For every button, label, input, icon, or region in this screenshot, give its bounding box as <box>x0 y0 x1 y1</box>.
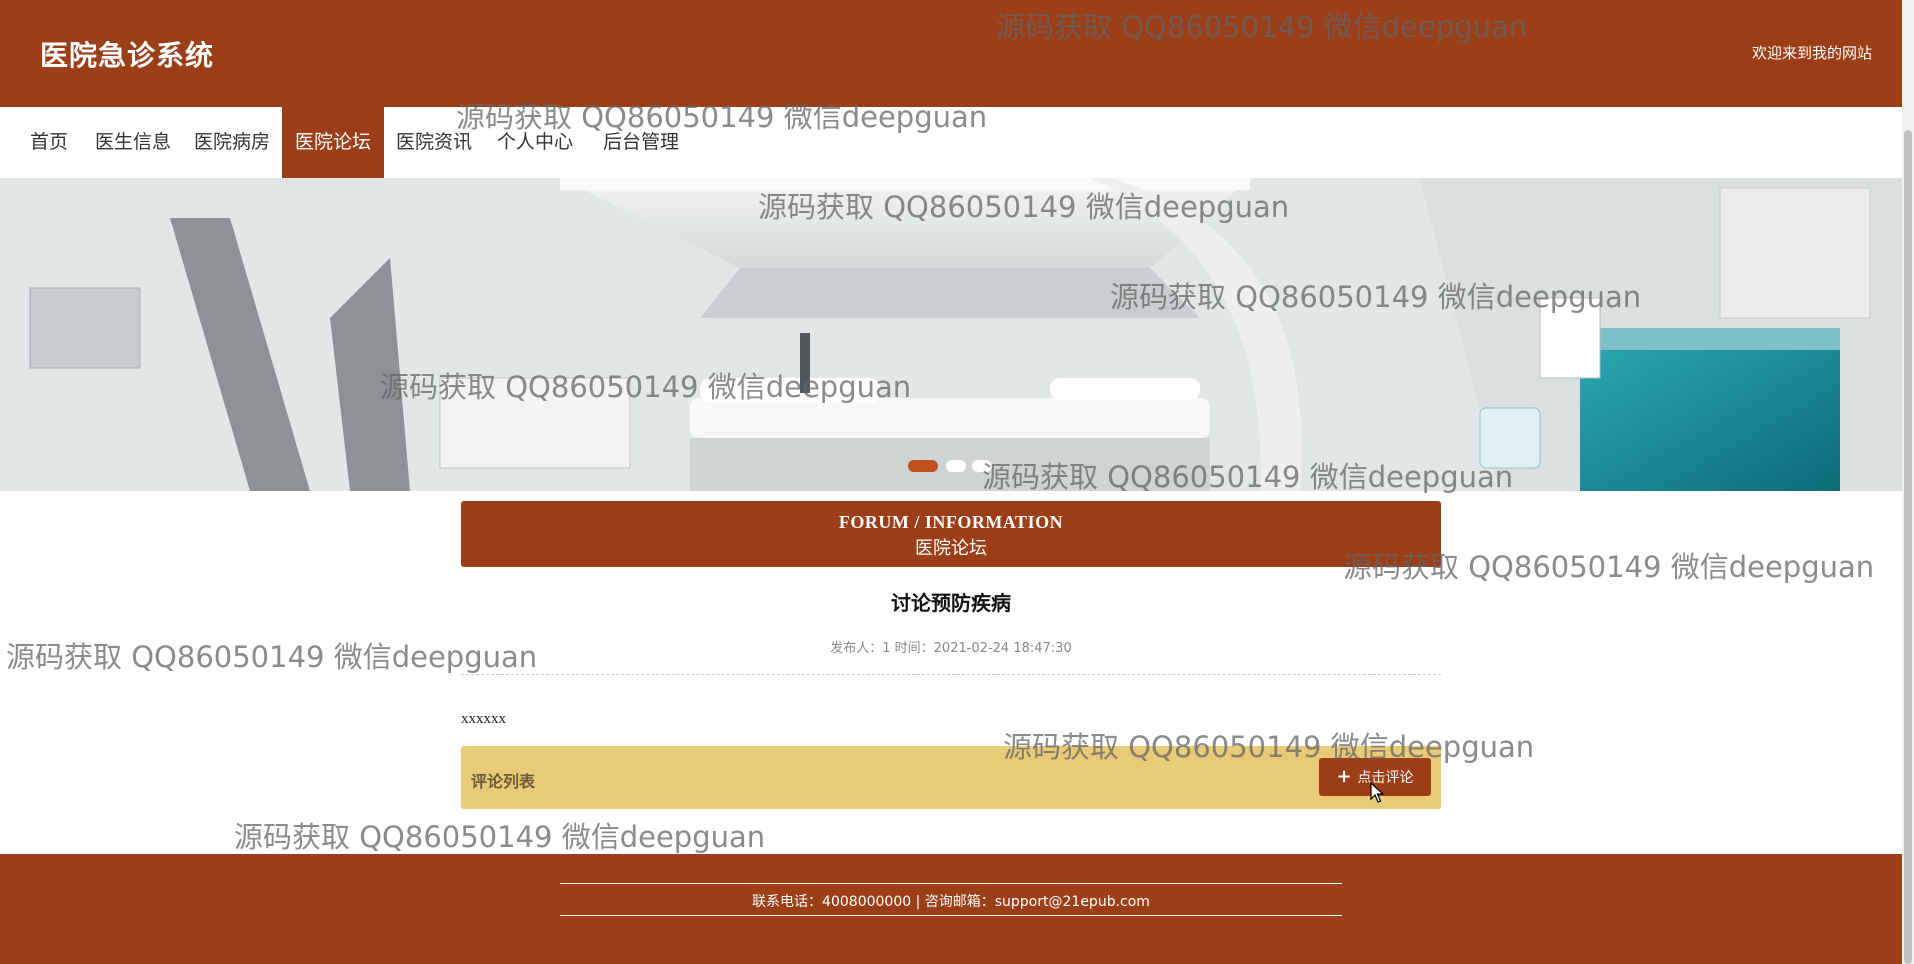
post-title: 讨论预防疾病 <box>891 591 1011 615</box>
comment-bar: 评论列表 + 点击评论 <box>461 746 1441 809</box>
nav-item-home[interactable]: 首页 <box>18 107 80 178</box>
operating-room-image <box>0 178 1902 491</box>
top-header: 医院急诊系统 欢迎来到我的网站 <box>0 0 1902 107</box>
footer-contact: 联系电话：4008000000 | 咨询邮箱：support@21epub.co… <box>752 894 1150 910</box>
post-meta: 发布人：1 时间：2021-02-24 18:47:30 <box>830 641 1072 656</box>
post-content: xxxxxx <box>461 711 506 727</box>
section-header: FORUM / INFORMATION 医院论坛 <box>461 501 1441 567</box>
nav-item-admin[interactable]: 后台管理 <box>588 107 694 178</box>
scrollbar-thumb[interactable] <box>1904 130 1912 964</box>
hero-banner <box>0 178 1902 491</box>
site-title: 医院急诊系统 <box>40 39 215 72</box>
footer-divider-bottom <box>560 915 1342 916</box>
section-title-en: FORUM / INFORMATION <box>838 512 1064 532</box>
nav-item-profile[interactable]: 个人中心 <box>486 107 584 178</box>
post-divider <box>461 674 1441 675</box>
page-scrollbar[interactable] <box>1902 0 1914 964</box>
watermark: 源码获取 QQ86050149 微信deepguan <box>6 640 538 674</box>
nav-item-doctors[interactable]: 医生信息 <box>84 107 182 178</box>
section-title-cn: 医院论坛 <box>915 538 987 558</box>
plus-icon: + <box>1336 766 1352 787</box>
mouse-cursor-icon <box>1370 782 1385 803</box>
nav-item-wards[interactable]: 医院病房 <box>184 107 280 178</box>
slide-dot-3[interactable] <box>972 460 992 472</box>
footer: 联系电话：4008000000 | 咨询邮箱：support@21epub.co… <box>0 854 1902 964</box>
nav-item-news[interactable]: 医院资讯 <box>386 107 482 178</box>
footer-divider-top <box>560 883 1342 884</box>
nav-item-forum[interactable]: 医院论坛 <box>282 107 384 178</box>
slide-dot-1[interactable] <box>908 460 938 472</box>
comment-list-label: 评论列表 <box>471 772 536 791</box>
welcome-text: 欢迎来到我的网站 <box>1751 44 1872 62</box>
main-nav: 首页 医生信息 医院病房 医院论坛 医院资讯 个人中心 后台管理 <box>0 107 1902 178</box>
watermark: 源码获取 QQ86050149 微信deepguan <box>234 820 766 854</box>
slide-dot-2[interactable] <box>946 460 966 472</box>
